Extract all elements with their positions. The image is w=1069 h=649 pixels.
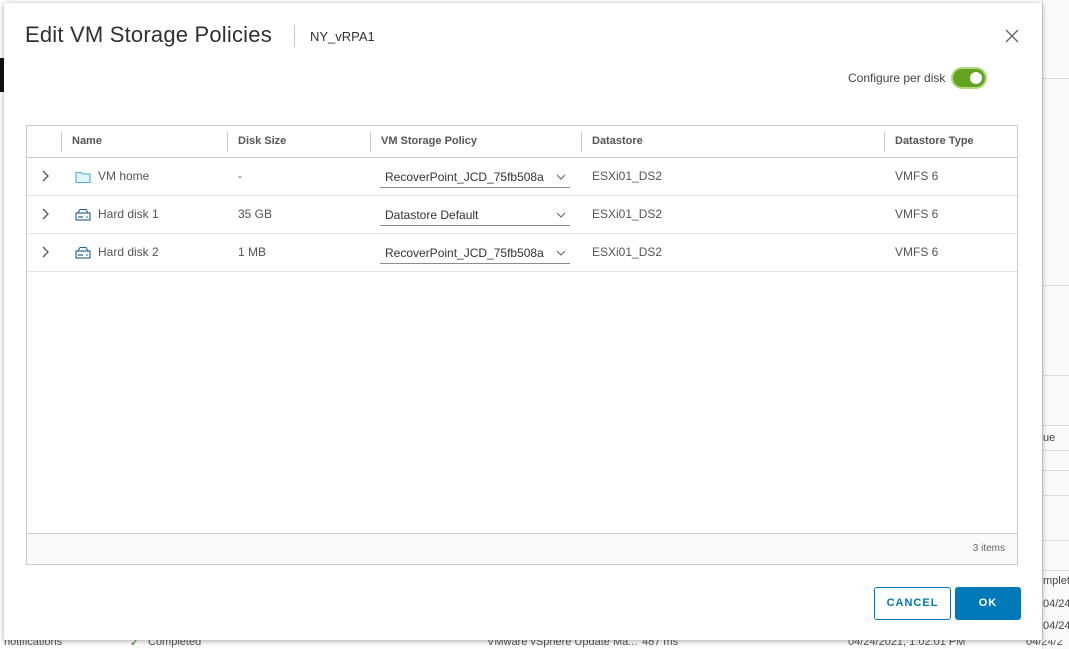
- background-task-initiator: VMware vSphere Update Ma...: [487, 640, 638, 648]
- configure-per-disk-toggle-group: Configure per disk: [848, 69, 986, 87]
- expand-row-button[interactable]: [40, 245, 52, 259]
- cancel-button[interactable]: CANCEL: [874, 587, 951, 620]
- chevron-right-icon: [42, 208, 49, 220]
- dialog-title: Edit VM Storage Policies: [25, 22, 272, 47]
- background-cell: 04/24/2: [1043, 620, 1069, 632]
- chevron-down-icon: [556, 250, 566, 256]
- configure-per-disk-label: Configure per disk: [848, 71, 946, 85]
- background-column-header: mplet: [1043, 575, 1069, 587]
- column-header-storage-policy[interactable]: VM Storage Policy: [370, 126, 477, 157]
- folder-icon: [75, 170, 91, 184]
- row-datastore-type: VMFS 6: [895, 245, 939, 259]
- column-header-disk-size[interactable]: Disk Size: [227, 126, 286, 157]
- close-button[interactable]: [1003, 27, 1021, 45]
- background-task-row: notifications ✓ Completed VMware vSphere…: [0, 640, 1069, 649]
- storage-policy-value: Datastore Default: [385, 208, 479, 222]
- row-disk-size: -: [238, 169, 242, 183]
- background-column-header: ue: [1043, 432, 1056, 444]
- chevron-down-icon: [556, 212, 566, 218]
- column-header-name[interactable]: Name: [61, 126, 102, 157]
- ok-button[interactable]: OK: [955, 587, 1021, 620]
- title-divider: [294, 25, 295, 47]
- row-disk-size: 35 GB: [238, 207, 273, 221]
- row-datastore-type: VMFS 6: [895, 207, 939, 221]
- background-task-check-icon: ✓: [130, 640, 140, 649]
- table-row: Hard disk 2 1 MB RecoverPoint_JCD_75fb50…: [27, 234, 1017, 272]
- table-row: VM home - RecoverPoint_JCD_75fb508a ESXi…: [27, 158, 1017, 196]
- background-task-time-2: 04/24/2: [1026, 640, 1063, 648]
- storage-policy-select[interactable]: RecoverPoint_JCD_75fb508a: [380, 242, 570, 264]
- configure-per-disk-toggle[interactable]: [953, 69, 986, 87]
- close-icon: [1005, 29, 1019, 43]
- disk-policy-grid: Name Disk Size VM Storage Policy Datasto…: [26, 125, 1018, 565]
- background-side-panel: [1042, 0, 1069, 649]
- column-header-datastore-type[interactable]: Datastore Type: [884, 126, 974, 157]
- row-datastore: ESXi01_DS2: [592, 169, 663, 183]
- expand-row-button[interactable]: [40, 207, 52, 221]
- edit-storage-policies-dialog: Edit VM Storage Policies NY_vRPA1 Config…: [4, 3, 1042, 640]
- hard-disk-icon: [75, 208, 91, 222]
- item-count: 3 items: [972, 543, 1005, 554]
- row-name: Hard disk 1: [98, 207, 159, 221]
- storage-policy-select[interactable]: RecoverPoint_JCD_75fb508a: [380, 166, 570, 188]
- background-task-time: 04/24/2021, 1:02:01 PM: [848, 640, 966, 648]
- chevron-right-icon: [42, 170, 49, 182]
- row-disk-size: 1 MB: [238, 245, 267, 259]
- chevron-right-icon: [42, 246, 49, 258]
- row-datastore-type: VMFS 6: [895, 169, 939, 183]
- hard-disk-icon: [75, 246, 91, 260]
- toggle-knob: [970, 72, 983, 84]
- storage-policy-value: RecoverPoint_JCD_75fb508a: [385, 170, 544, 184]
- grid-header: Name Disk Size VM Storage Policy Datasto…: [27, 126, 1017, 158]
- storage-policy-select[interactable]: Datastore Default: [380, 204, 570, 226]
- storage-policy-value: RecoverPoint_JCD_75fb508a: [385, 246, 544, 260]
- column-header-datastore[interactable]: Datastore: [581, 126, 643, 157]
- background-cell: 04/24/2: [1043, 598, 1069, 610]
- row-datastore: ESXi01_DS2: [592, 207, 663, 221]
- table-row: Hard disk 1 35 GB Datastore Default ESXi…: [27, 196, 1017, 234]
- chevron-down-icon: [556, 174, 566, 180]
- vm-name: NY_vRPA1: [310, 29, 375, 44]
- grid-footer: 3 items: [27, 533, 1017, 564]
- background-task-status: Completed: [148, 640, 202, 648]
- row-datastore: ESXi01_DS2: [592, 245, 663, 259]
- row-name: Hard disk 2: [98, 245, 159, 259]
- background-task-name: notifications: [4, 640, 63, 648]
- background-task-duration: 487 ms: [642, 640, 679, 648]
- expand-row-button[interactable]: [40, 169, 52, 183]
- row-name: VM home: [98, 169, 150, 183]
